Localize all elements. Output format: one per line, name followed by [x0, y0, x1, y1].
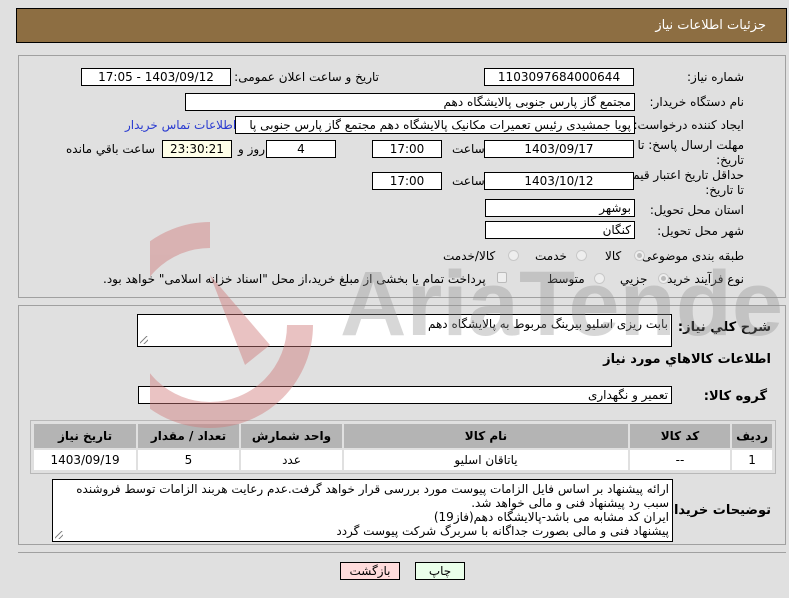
- col-header-unit: واحد شمارش: [240, 424, 343, 448]
- page-header: جزئیات اطلاعات نیاز: [16, 8, 787, 43]
- col-header-name: نام کالا: [344, 424, 628, 448]
- category-goods-label: کالا: [605, 249, 622, 263]
- need-number-field: 1103097684000644: [484, 68, 634, 86]
- reply-deadline-time-field: 17:00: [372, 140, 442, 158]
- requester-label: ایجاد کننده درخواست:: [633, 118, 744, 132]
- col-header-need-date: تاریخ نیاز: [34, 424, 137, 448]
- category-radio-goods[interactable]: [634, 250, 645, 261]
- remaining-days-label: روز و: [238, 142, 265, 156]
- reply-deadline-date-field: 1403/09/17: [484, 140, 634, 158]
- cell-quantity: 5: [138, 450, 239, 470]
- reply-deadline-label: مهلت ارسال پاسخ: تا تاریخ:: [637, 138, 744, 167]
- buyer-notes-line-2: ایران کد مشابه می باشد-پالایشگاه دهم(فاز…: [433, 510, 669, 524]
- buyer-notes-line-3: پیشنهاد فنی و مالی بصورت جداگانه با سربر…: [336, 524, 669, 538]
- price-validity-time-field: 17:00: [372, 172, 442, 190]
- remaining-days-field: 4: [266, 140, 336, 158]
- announce-datetime-label: تاریخ و ساعت اعلان عمومی:: [234, 70, 379, 84]
- province-label: استان محل تحویل:: [649, 203, 744, 217]
- summary-label: شرح کلي نياز:: [677, 320, 771, 335]
- col-header-row: ردیف: [732, 424, 772, 448]
- category-goods-service-label: کالا/خدمت: [443, 249, 496, 263]
- category-radio-service[interactable]: [576, 250, 587, 261]
- process-type-label: نوع فرآیند خرید :: [659, 272, 744, 286]
- resize-handle-icon[interactable]: [140, 336, 148, 344]
- buyer-org-field: مجتمع گاز پارس جنوبی پالایشگاه دهم: [185, 93, 635, 111]
- goods-table-header: ردیف کد کالا نام کالا واحد شمارش تعداد /…: [34, 424, 772, 448]
- buyer-org-label: نام دستگاه خریدار:: [649, 95, 745, 109]
- need-number-label: شماره نیاز:: [687, 70, 744, 84]
- back-button[interactable]: بازگشت: [340, 562, 400, 580]
- province-field: بوشهر: [485, 199, 635, 217]
- price-validity-date-field: 1403/10/12: [484, 172, 634, 190]
- buyer-notes-label: توضیحات خریدار:: [661, 503, 771, 518]
- footer-divider: [18, 552, 786, 553]
- table-row: 1 -- یاتاقان اسلیو عدد 5 1403/09/19: [34, 450, 772, 470]
- process-partial-label: جزیي: [620, 272, 648, 286]
- page-title: جزئیات اطلاعات نیاز: [655, 18, 766, 33]
- process-medium-label: متوسط: [547, 272, 585, 286]
- resize-handle-icon[interactable]: [55, 531, 63, 539]
- goods-table: ردیف کد کالا نام کالا واحد شمارش تعداد /…: [32, 422, 774, 472]
- print-button[interactable]: چاپ: [415, 562, 465, 580]
- treasury-checkbox-label: پرداخت تمام یا بخشی از مبلغ خرید،از محل …: [103, 272, 486, 286]
- cell-row-number: 1: [732, 450, 772, 470]
- process-radio-partial[interactable]: [658, 273, 669, 284]
- remaining-time-label: ساعت باقي مانده: [66, 142, 156, 156]
- category-label: طبقه بندی موضوعی:: [637, 249, 744, 263]
- remaining-time-field: 23:30:21: [162, 140, 232, 158]
- summary-text: بابت ریزی اسلیو بیرینگ مربوط به پالایشگا…: [427, 317, 668, 331]
- cell-name: یاتاقان اسلیو: [344, 450, 628, 470]
- requester-field: پویا جمشیدی رئیس تعمیرات مکانیک پالایشگا…: [235, 116, 635, 134]
- goods-section-title: اطلاعات کالاهاي مورد نياز: [603, 352, 771, 367]
- goods-group-label: گروه کالا:: [703, 389, 767, 404]
- col-header-code: کد کالا: [629, 424, 731, 448]
- price-validity-time-label: ساعت: [452, 174, 485, 188]
- cell-unit: عدد: [240, 450, 343, 470]
- city-label: شهر محل تحویل:: [657, 224, 744, 238]
- cell-need-date: 1403/09/19: [34, 450, 137, 470]
- summary-textarea[interactable]: بابت ریزی اسلیو بیرینگ مربوط به پالایشگا…: [137, 314, 672, 347]
- buyer-contact-link[interactable]: اطلاعات تماس خریدار: [125, 118, 236, 132]
- city-field: کنگان: [485, 221, 635, 239]
- buyer-notes-line-1: ارائه پیشنهاد بر اساس فایل الزامات پیوست…: [76, 482, 669, 510]
- cell-code: --: [629, 450, 731, 470]
- goods-group-field: تعمیر و نگهداری: [138, 386, 672, 404]
- announce-datetime-field: 1403/09/12 - 17:05: [81, 68, 231, 86]
- treasury-checkbox[interactable]: [497, 272, 507, 283]
- reply-deadline-time-label: ساعت: [452, 142, 485, 156]
- buyer-notes-textarea[interactable]: ارائه پیشنهاد بر اساس فایل الزامات پیوست…: [52, 479, 673, 542]
- process-radio-medium[interactable]: [594, 273, 605, 284]
- category-service-label: خدمت: [535, 249, 567, 263]
- col-header-quantity: تعداد / مقدار: [138, 424, 239, 448]
- category-radio-goods-service[interactable]: [508, 250, 519, 261]
